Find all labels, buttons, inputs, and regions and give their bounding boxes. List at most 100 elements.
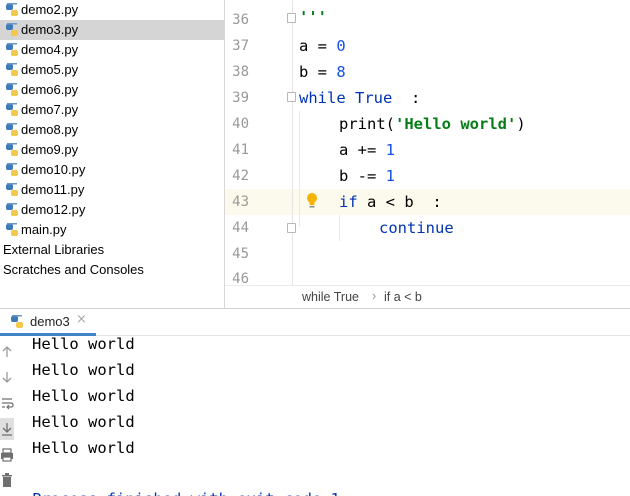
tree-item-label: Scratches and Consoles [3,262,144,277]
function-print: print( [339,115,395,133]
fold-marker-icon[interactable] [287,92,296,102]
print-icon[interactable] [0,447,14,463]
variable-a: a [339,141,349,159]
number-literal: 1 [385,167,396,185]
keyword-continue: continue [379,219,454,237]
tree-item-demo3[interactable]: demo3.py [0,20,224,40]
close-icon[interactable]: × [76,312,87,327]
python-file-icon [6,223,18,236]
python-file-icon [6,63,18,76]
tree-item-demo6[interactable]: demo6.py [0,80,224,100]
breadcrumb-separator: › [372,289,377,303]
tree-item-label: demo8.py [21,122,79,137]
line-number: 38 [232,64,249,80]
console-line: Hello world [32,413,135,431]
tree-item-label: main.py [21,222,67,237]
trash-icon[interactable] [0,472,14,488]
colon: : [392,89,421,107]
paren: ) [516,115,526,133]
tree-item-scratches[interactable]: Scratches and Consoles [0,260,224,280]
code-line-37: a = 0 [299,33,346,59]
tree-item-demo11[interactable]: demo11.py [0,180,224,200]
line-number: 41 [232,142,249,158]
operator: += [348,141,386,159]
tree-item-demo9[interactable]: demo9.py [0,140,224,160]
soft-wrap-icon[interactable] [0,395,14,411]
arrow-down-icon[interactable] [0,369,14,385]
breadcrumb-item-if[interactable]: if a < b [384,290,422,304]
fold-marker-icon[interactable] [287,13,296,23]
variable-b: b [339,167,349,185]
console-line: Hello world [32,361,135,379]
python-file-icon [6,183,18,196]
project-tree: demo2.py demo3.py demo4.py demo5.py demo… [0,0,224,308]
tree-item-main[interactable]: main.py [0,220,224,240]
tree-item-demo4[interactable]: demo4.py [0,40,224,60]
code-line-44: continue [379,215,454,241]
scroll-to-end-icon [2,423,12,436]
tree-item-demo5[interactable]: demo5.py [0,60,224,80]
tree-item-demo10[interactable]: demo10.py [0,160,224,180]
python-file-icon [6,123,18,136]
console-line: Hello world [32,439,135,457]
number-literal: 8 [336,63,346,81]
tree-item-demo7[interactable]: demo7.py [0,100,224,120]
tree-item-label: demo10.py [21,162,86,177]
code-line-39: while True : [299,85,420,111]
number-literal: 0 [336,37,346,55]
python-file-icon [6,23,18,36]
python-file-icon [11,315,23,328]
tree-item-label: demo12.py [21,202,86,217]
operator: = [308,63,337,81]
tree-item-label: demo3.py [21,22,79,37]
indent-guide [299,111,300,226]
code-line-41: a += 1 [339,137,395,163]
tree-item-label: demo6.py [21,82,79,97]
run-tab-label: demo3 [30,314,70,329]
scroll-to-end-button[interactable] [0,418,14,440]
arrow-up-icon[interactable] [0,344,14,360]
run-toolbar [0,336,16,496]
tree-item-label: demo2.py [21,2,79,17]
tree-item-demo2[interactable]: demo2.py [0,0,224,20]
tree-item-demo12[interactable]: demo12.py [0,200,224,220]
line-number: 42 [232,168,249,184]
tree-item-label: demo9.py [21,142,79,157]
tree-item-label: demo7.py [21,102,79,117]
tree-item-label: demo11.py [21,182,85,197]
breadcrumb-item-while[interactable]: while True [302,290,359,304]
docstring-delimiter: ''' [299,8,327,26]
gutter-separator [292,0,293,285]
tree-item-demo8[interactable]: demo8.py [0,120,224,140]
keyword-true: True [355,89,393,107]
breadcrumb: while True › if a < b [225,285,630,308]
tree-item-external-libraries[interactable]: External Libraries [0,240,224,260]
code-line-40: print('Hello world') [339,111,526,137]
python-file-icon [6,203,18,216]
condition: a < b : [357,193,442,211]
python-file-icon [6,3,18,16]
fold-marker-icon[interactable] [287,223,296,233]
code-line-43: if a < b : [339,189,442,215]
python-file-icon [6,143,18,156]
tree-item-label: demo5.py [21,62,79,77]
lightbulb-icon[interactable] [306,192,318,210]
python-file-icon [6,43,18,56]
variable-b: b [299,63,309,81]
keyword-if: if [339,193,358,211]
line-number: 39 [232,90,249,106]
operator: = [308,37,337,55]
code-line-38: b = 8 [299,59,346,85]
variable-a: a [299,37,309,55]
code-line-42: b -= 1 [339,163,395,189]
keyword-while: while [299,89,346,107]
python-file-icon [6,83,18,96]
line-number: 44 [232,220,249,236]
console-line: Hello world [32,387,135,405]
console-line: Hello world [32,335,135,353]
string-literal: 'Hello world' [395,115,517,133]
code-line-36: ''' [299,4,327,30]
number-literal: 1 [385,141,396,159]
line-number: 36 [232,12,249,28]
